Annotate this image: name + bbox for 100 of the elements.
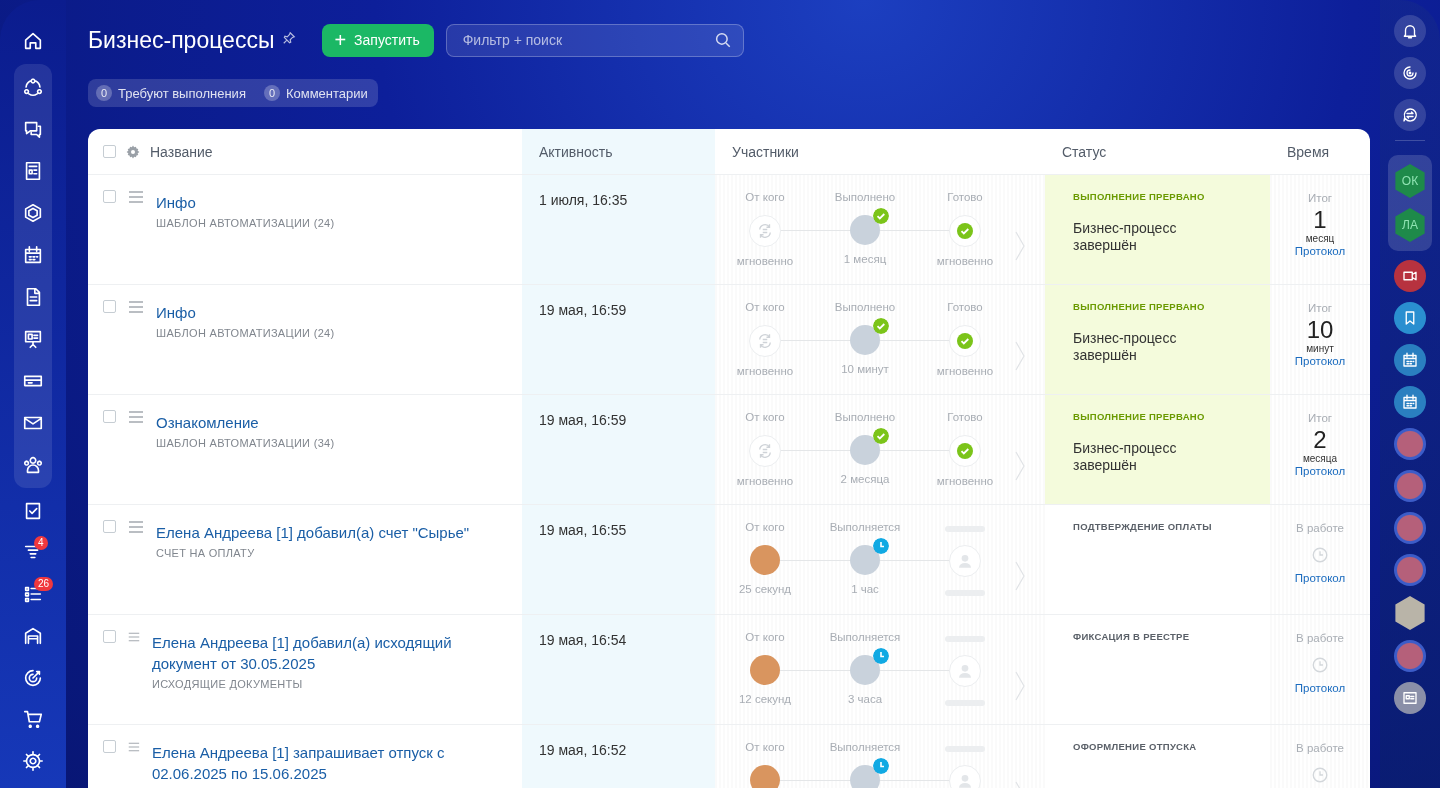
counter-badge: 26 <box>34 577 54 592</box>
menu-icon[interactable] <box>128 190 144 204</box>
column-header[interactable]: Название <box>150 143 213 160</box>
status-label: ВЫПОЛНЕНИЕ ПРЕРВАНО <box>1073 301 1206 312</box>
row-checkbox[interactable] <box>103 410 116 423</box>
process-template: ШАБЛОН АВТОМАТИЗАЦИИ (34) <box>156 437 335 449</box>
time-label: Итог <box>1308 302 1332 314</box>
menu-icon[interactable] <box>128 520 144 534</box>
row-checkbox[interactable] <box>103 520 116 533</box>
step-label: От кого <box>745 191 785 205</box>
status-label: ПОДТВЕРЖДЕНИЕ ОПЛАТЫ <box>1073 521 1213 532</box>
chevron-icon <box>1015 671 1025 701</box>
swirl-button[interactable] <box>1394 57 1426 89</box>
menu-icon[interactable] <box>128 300 144 314</box>
time-label: В работе <box>1296 632 1344 644</box>
protocol-link[interactable]: Протокол <box>1294 682 1346 694</box>
calendar-icon <box>22 243 44 266</box>
activity-date: 1 июля, 16:35 <box>522 175 715 284</box>
notification-button[interactable] <box>1394 15 1426 47</box>
status-label: ОФОРМЛЕНИЕ ОТПУСКА <box>1073 741 1198 752</box>
time-value: 1 <box>1313 207 1327 233</box>
process-title-link[interactable]: Елена Андреева [1] запрашивает отпуск с 02.06.2025 по 15.06.2025 <box>151 742 502 784</box>
avatar[interactable] <box>1394 640 1426 672</box>
chevron-icon <box>1015 341 1025 371</box>
step-label: От кого <box>745 631 785 645</box>
process-template: ИСХОДЯЩИЕ ДОКУМЕНТЫ <box>152 678 304 690</box>
status-text: Бизнес-процесс завершён <box>1073 220 1178 254</box>
protocol-link[interactable]: Протокол <box>1294 355 1346 367</box>
counter-value: 0 <box>263 85 280 101</box>
step-duration: 1 месяц <box>843 253 887 267</box>
step-duration: 25 секунд <box>738 583 792 597</box>
calendar-button[interactable] <box>1394 386 1426 418</box>
settings-icon[interactable] <box>126 144 140 159</box>
time-label: В работе <box>1296 742 1344 754</box>
process-title-link[interactable]: Инфо <box>156 192 335 213</box>
status-label: ФИКСАЦИЯ В РЕЕСТРЕ <box>1073 631 1191 642</box>
swirl-icon <box>1401 64 1419 82</box>
chat-button[interactable] <box>1394 99 1426 131</box>
activity-date: 19 мая, 16:55 <box>522 505 715 614</box>
chat-icon <box>1401 106 1419 124</box>
column-header[interactable]: Активность <box>539 143 613 160</box>
search-icon[interactable] <box>713 30 732 49</box>
calendar-icon <box>1401 351 1419 369</box>
step-duration: мгновенно <box>936 365 994 379</box>
avatar[interactable] <box>1394 470 1426 502</box>
column-header[interactable]: Время <box>1287 143 1330 160</box>
row-checkbox[interactable] <box>103 630 116 643</box>
list-nav-item[interactable]: 26 <box>14 573 52 615</box>
menu-icon[interactable] <box>128 630 140 644</box>
row-checkbox[interactable] <box>103 190 116 203</box>
menu-icon[interactable] <box>128 410 144 424</box>
column-header[interactable]: Статус <box>1062 143 1107 160</box>
avatar[interactable] <box>1394 554 1426 586</box>
step-label: От кого <box>745 411 785 425</box>
avatar[interactable] <box>1394 428 1426 460</box>
pin-icon[interactable] <box>282 31 297 45</box>
protocol-link[interactable]: Протокол <box>1294 572 1346 584</box>
status-text: Бизнес-процесс завершён <box>1073 440 1178 474</box>
step-duration: мгновенно <box>736 475 794 489</box>
row-checkbox[interactable] <box>103 740 116 753</box>
menu-icon[interactable] <box>128 740 140 754</box>
calendar-button[interactable] <box>1394 344 1426 376</box>
step-label: От кого <box>745 301 785 315</box>
step-label: Готово <box>947 411 983 425</box>
time-label: Итог <box>1308 192 1332 204</box>
process-title-link[interactable]: Елена Андреева [1] добавил(а) счет "Сырье" <box>156 522 470 543</box>
contact-card-icon <box>1401 689 1419 707</box>
step-label: Выполняется <box>829 521 901 535</box>
select-all-checkbox[interactable] <box>103 145 116 158</box>
avatar[interactable] <box>1394 512 1426 544</box>
video-button[interactable] <box>1394 260 1426 292</box>
counter-label[interactable]: Комментарии <box>285 85 368 101</box>
column-header[interactable]: Участники <box>732 143 799 160</box>
protocol-link[interactable]: Протокол <box>1294 245 1346 257</box>
bookmark-button[interactable] <box>1394 302 1426 334</box>
chevron-icon <box>1015 451 1025 481</box>
process-icon <box>756 222 774 240</box>
calendar-icon <box>1401 393 1419 411</box>
time-value: 10 <box>1306 317 1334 343</box>
row-checkbox[interactable] <box>103 300 116 313</box>
check-icon <box>957 333 973 349</box>
user-icon <box>957 553 973 569</box>
contact-card-button[interactable] <box>1394 682 1426 714</box>
protocol-link[interactable]: Протокол <box>1294 465 1346 477</box>
step-label: Выполнено <box>834 191 896 205</box>
process-title-link[interactable]: Елена Андреева [1] добавил(а) исходящий документ от 30.05.2025 <box>152 632 502 674</box>
status-label: ВЫПОЛНЕНИЕ ПРЕРВАНО <box>1073 411 1206 422</box>
counter-label[interactable]: Требуют выполнения <box>118 85 246 101</box>
time-label: В работе <box>1296 522 1344 534</box>
step-label: От кого <box>745 741 785 755</box>
filter-nav-item[interactable]: 4 <box>14 531 52 574</box>
step-label: Выполнено <box>834 301 896 315</box>
step-duration: 2 месяца <box>840 473 890 487</box>
activity-date: 19 мая, 16:59 <box>522 395 715 504</box>
process-template: СЧЕТ НА ОПЛАТУ <box>156 547 256 559</box>
step-duration: 1 час <box>851 583 879 597</box>
process-title-link[interactable]: Ознакомление <box>156 412 335 433</box>
process-title-link[interactable]: Инфо <box>156 302 335 323</box>
activity-date: 19 мая, 16:59 <box>522 285 715 394</box>
counter-value: 0 <box>96 85 112 101</box>
